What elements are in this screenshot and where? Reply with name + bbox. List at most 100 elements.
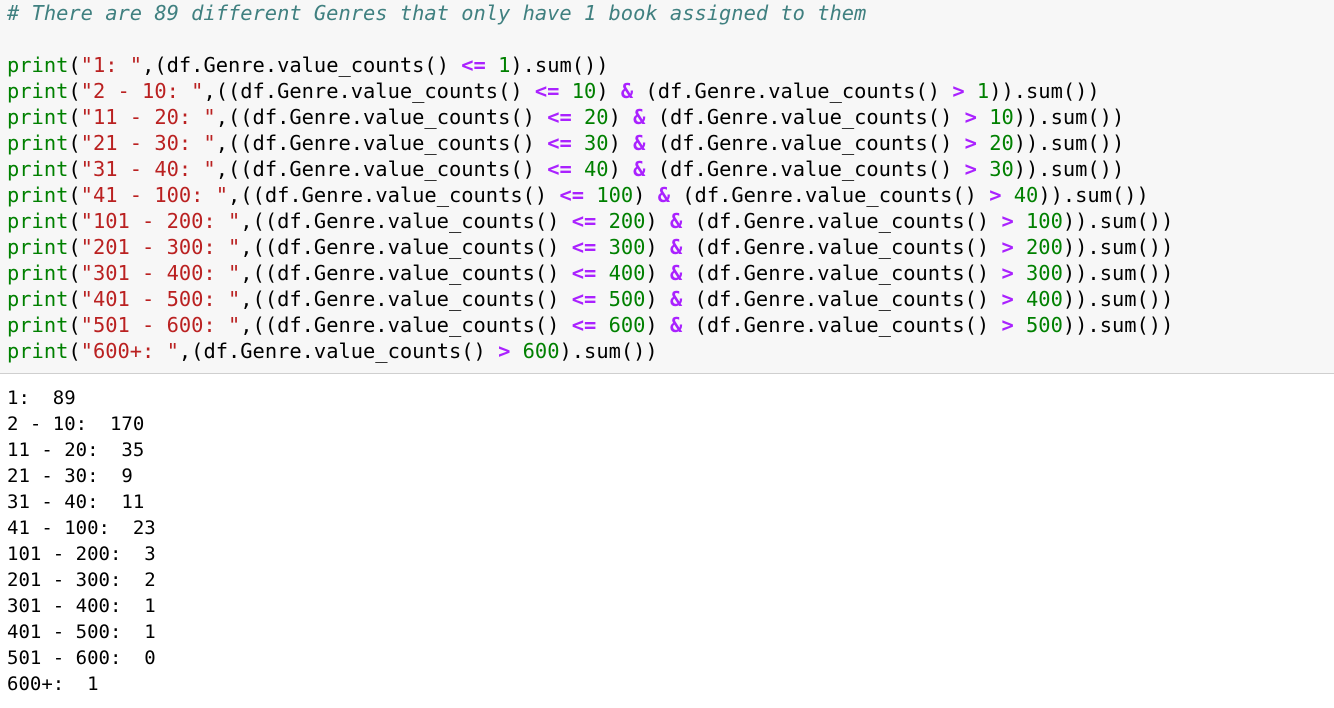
notebook-cell: # There are 89 different Genres that onl…: [0, 0, 1334, 708]
code-token: )).sum()): [1062, 261, 1174, 285]
code-token: >: [1001, 287, 1014, 311]
code-token: 20: [584, 105, 609, 129]
output-line: 401 - 500: 1: [7, 621, 156, 643]
code-token: <=: [547, 131, 572, 155]
code-token: ): [608, 131, 634, 155]
code-token: (df.Genre.value_counts(): [633, 79, 953, 103]
code-token: ,((df.Genre.value_counts(): [215, 157, 548, 181]
code-token: (df.Genre.value_counts(): [645, 131, 965, 155]
code-input-area[interactable]: # There are 89 different Genres that onl…: [0, 0, 1334, 374]
code-token: 30: [989, 157, 1014, 181]
code-token: )).sum()): [1013, 105, 1125, 129]
code-token: (: [68, 157, 81, 181]
code-line: print("31 - 40: ",((df.Genre.value_count…: [7, 156, 1124, 182]
code-token: (df.Genre.value_counts(): [682, 313, 1002, 337]
code-token: >: [1001, 261, 1014, 285]
code-token: (df.Genre.value_counts(): [682, 235, 1002, 259]
output-line: 21 - 30: 9: [7, 465, 133, 487]
code-token: print: [7, 131, 69, 155]
code-token: "21 - 30: ": [80, 131, 216, 155]
code-token: ): [645, 235, 670, 259]
code-token: )).sum()): [1062, 313, 1174, 337]
code-token: "1: ": [80, 53, 143, 77]
code-token: 100: [596, 183, 634, 207]
code-token: &: [633, 131, 646, 155]
code-token: )).sum()): [1062, 235, 1174, 259]
code-token: ,((df.Genre.value_counts(): [240, 261, 572, 285]
code-token: <=: [571, 209, 597, 233]
code-token: (: [68, 105, 81, 129]
code-token: )).sum()): [1013, 157, 1125, 181]
code-token: ): [633, 183, 658, 207]
code-token: )).sum()): [1038, 183, 1149, 207]
output-line: 31 - 40: 11: [7, 491, 145, 513]
code-token: >: [1001, 235, 1014, 259]
code-token: print: [7, 53, 69, 77]
code-line: print("401 - 500: ",((df.Genre.value_cou…: [7, 286, 1173, 312]
code-token: "600+: ": [80, 339, 179, 363]
code-token: "401 - 500: ": [80, 287, 241, 311]
code-token: (: [68, 209, 81, 233]
code-token: <=: [461, 53, 486, 77]
code-token: ).sum()): [510, 53, 609, 77]
code-token: )).sum()): [1062, 287, 1174, 311]
code-token: )).sum()): [1013, 131, 1125, 155]
code-token: "201 - 300: ": [80, 235, 241, 259]
code-token: >: [964, 131, 977, 155]
code-token: <=: [559, 183, 585, 207]
code-token: print: [7, 183, 69, 207]
code-line: print("301 - 400: ",((df.Genre.value_cou…: [7, 260, 1173, 286]
code-token: &: [669, 313, 683, 337]
code-token: print: [7, 209, 69, 233]
code-token: (df.Genre.value_counts(): [645, 157, 965, 181]
code-token: 400: [1026, 287, 1063, 311]
code-token: (: [68, 339, 81, 363]
code-token: 10: [571, 79, 597, 103]
code-token: 500: [1026, 313, 1063, 337]
output-line: 501 - 600: 0: [7, 647, 156, 669]
code-token: (: [68, 235, 81, 259]
code-line: print("1: ",(df.Genre.value_counts() <= …: [7, 52, 609, 78]
cell-output-area: 1: 89 2 - 10: 170 11 - 20: 35 21 - 30: 9 31 …: [0, 375, 1334, 708]
code-token: 300: [608, 235, 646, 259]
code-token: "501 - 600: ": [80, 313, 241, 337]
code-token: "2 - 10: ": [80, 79, 204, 103]
code-token: print: [7, 79, 69, 103]
code-token: print: [7, 339, 69, 363]
code-line: print("501 - 600: ",((df.Genre.value_cou…: [7, 312, 1173, 338]
code-token: print: [7, 235, 69, 259]
code-token: >: [952, 79, 965, 103]
code-token: ,((df.Genre.value_counts(): [240, 313, 572, 337]
code-token: ,((df.Genre.value_counts(): [240, 235, 572, 259]
code-token: <=: [571, 313, 597, 337]
code-token: &: [669, 235, 683, 259]
code-token: "301 - 400: ": [80, 261, 241, 285]
code-token: ,((df.Genre.value_counts(): [215, 131, 548, 155]
code-token: ): [608, 105, 634, 129]
code-token: "101 - 200: ": [80, 209, 241, 233]
code-token: (df.Genre.value_counts(): [682, 261, 1002, 285]
code-token: ,((df.Genre.value_counts(): [240, 287, 572, 311]
code-token: &: [633, 157, 646, 181]
code-token: 1: [976, 79, 990, 103]
code-token: >: [964, 105, 977, 129]
code-token: 30: [584, 131, 609, 155]
code-token: >: [1001, 209, 1014, 233]
code-token: 200: [608, 209, 646, 233]
code-token: (df.Genre.value_counts(): [682, 209, 1002, 233]
output-line: 1: 89: [7, 387, 76, 409]
code-token: (: [68, 53, 81, 77]
code-line: print("101 - 200: ",((df.Genre.value_cou…: [7, 208, 1173, 234]
code-token: "11 - 20: ": [80, 105, 216, 129]
code-token: ,(df.Genre.value_counts(): [142, 53, 462, 77]
code-token: (: [68, 287, 81, 311]
code-token: print: [7, 287, 69, 311]
code-token: >: [1001, 313, 1014, 337]
